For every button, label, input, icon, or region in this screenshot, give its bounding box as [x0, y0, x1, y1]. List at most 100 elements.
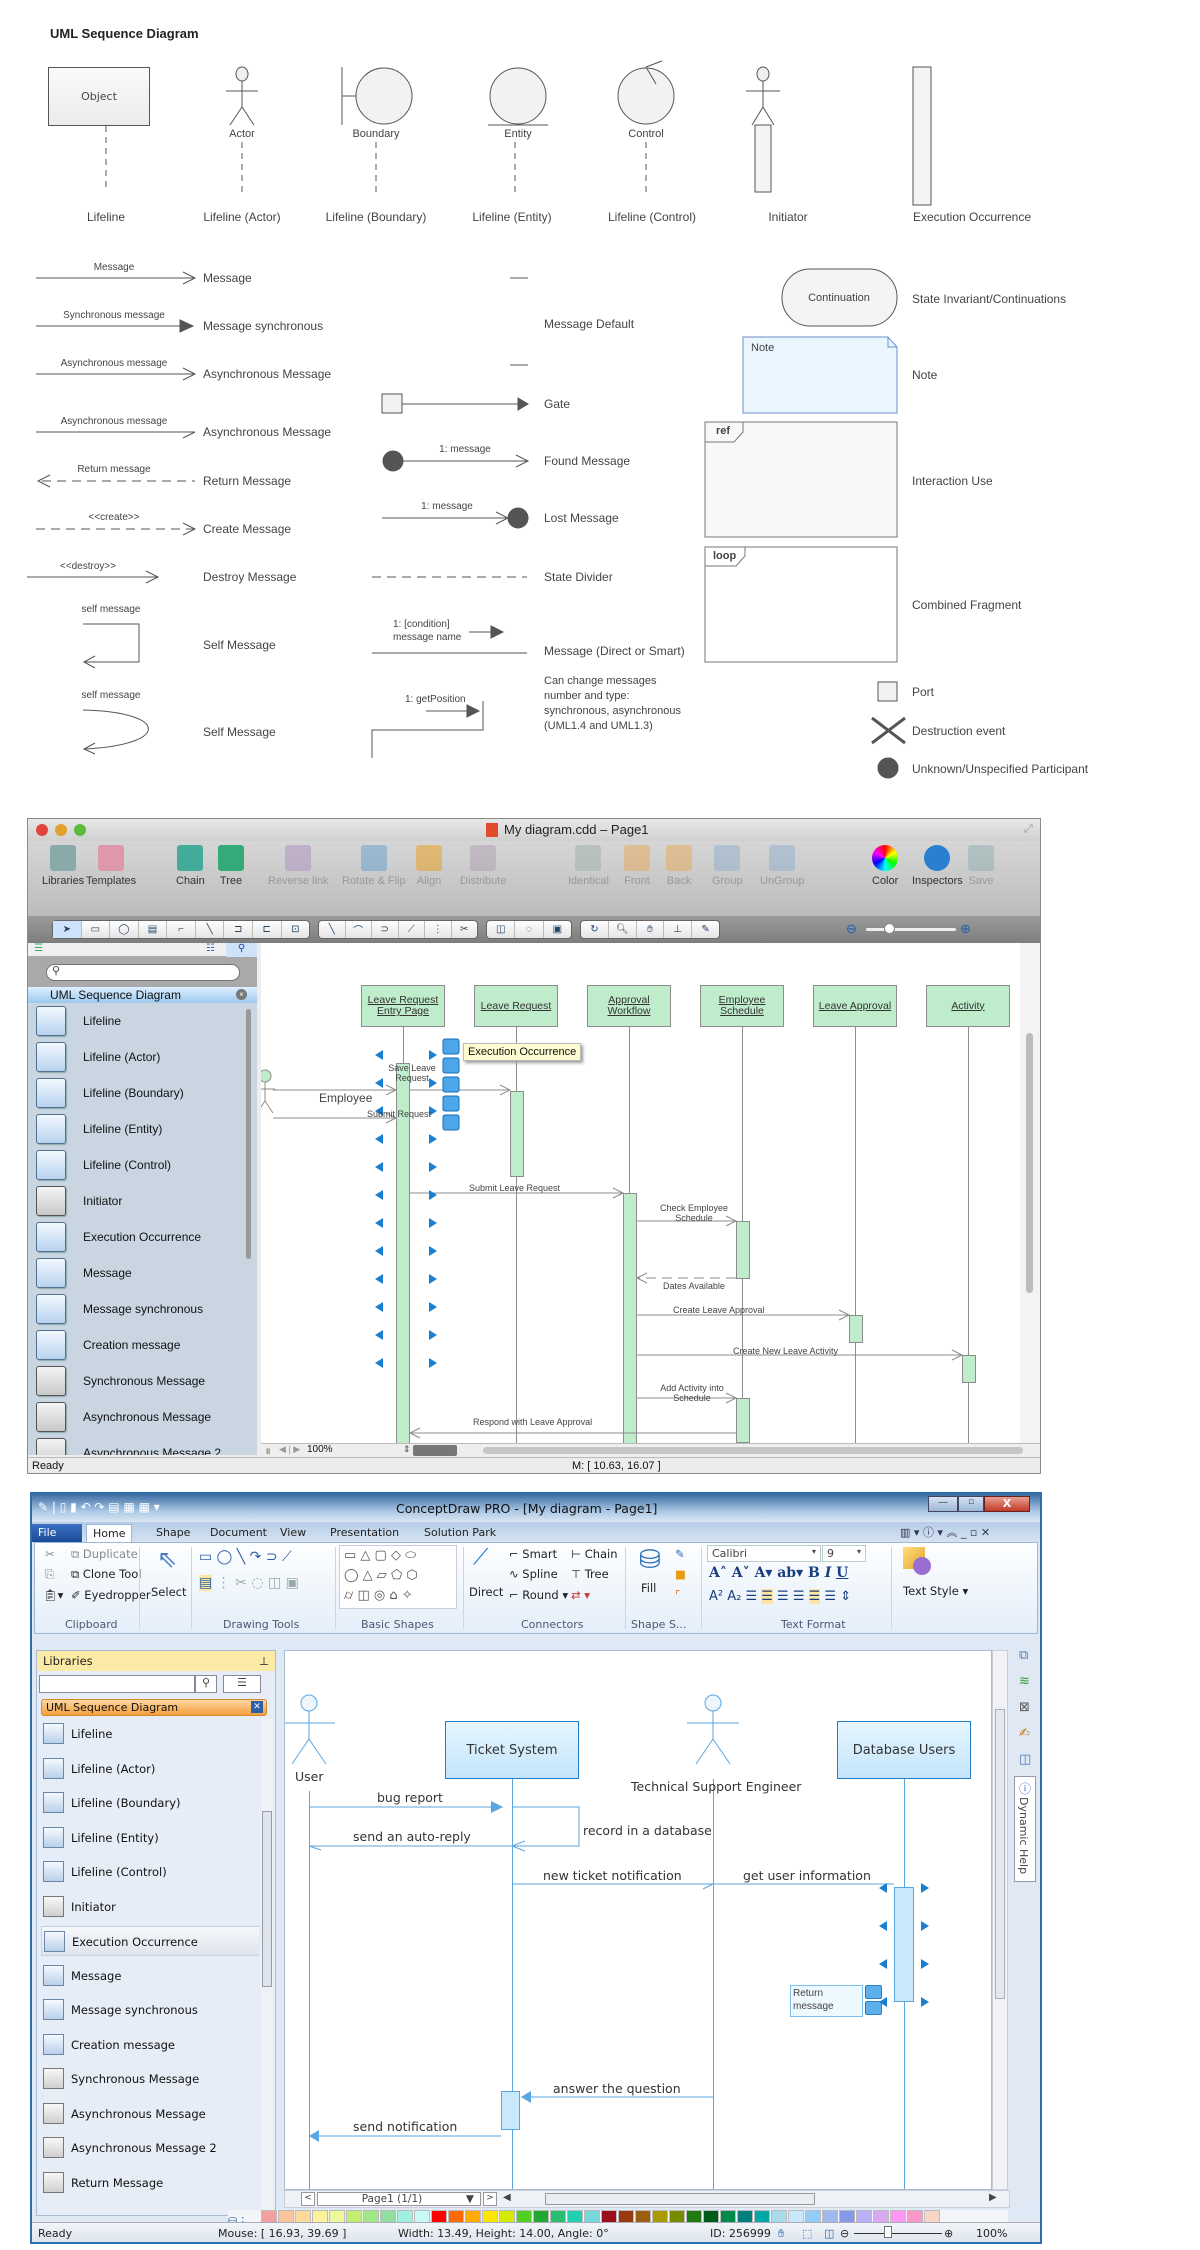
- ribbon-options[interactable]: ▥ ▾ ⓘ ▾ ︽ _ ▫ ✕: [900, 1524, 990, 1540]
- behavior-icon[interactable]: ◫: [1019, 1752, 1031, 1767]
- corner-icon[interactable]: ⌜: [675, 1588, 680, 1602]
- scissors-tool[interactable]: ✂: [452, 921, 478, 938]
- horizontal-scroll-thumb[interactable]: [545, 2193, 815, 2205]
- prev-page-button[interactable]: <: [301, 2192, 315, 2206]
- font-family-select[interactable]: Calibri ▾: [707, 1545, 821, 1562]
- page-thumbnails[interactable]: [413, 1445, 457, 1456]
- toolbar-inspectors-button[interactable]: Inspectors: [912, 845, 963, 891]
- library-item[interactable]: Initiator: [28, 1183, 243, 1219]
- close-library-icon[interactable]: ×: [236, 989, 247, 1000]
- minimize-button[interactable]: [55, 824, 67, 836]
- tab-home[interactable]: Home: [86, 1524, 133, 1542]
- stamp-tool-icon[interactable]: ⊥: [664, 921, 693, 938]
- scroll-left-arrow[interactable]: ◀: [503, 2192, 511, 2203]
- tree-view-icon[interactable]: ☰: [34, 943, 43, 954]
- paste-button[interactable]: 📋︎▾: [43, 1588, 63, 1602]
- draw-tools-segment[interactable]: ➤ ▭ ◯ ▤ ⌐ ╲ ⊐ ⊏ ⊡: [52, 920, 310, 939]
- line-color-icon[interactable]: ✎: [675, 1547, 685, 1561]
- library-item[interactable]: Lifeline (Boundary): [28, 1075, 243, 1111]
- text-tool[interactable]: ▤: [139, 921, 168, 938]
- library-item[interactable]: Lifeline (Actor): [28, 1039, 243, 1075]
- zoom-slider[interactable]: [854, 2233, 942, 2234]
- library-item[interactable]: Message: [28, 1255, 243, 1291]
- library-item[interactable]: Lifeline (Control): [41, 1857, 259, 1887]
- shape-edit-tool[interactable]: ◌: [515, 921, 544, 938]
- zoom-rect-icon[interactable]: ⬚: [802, 2227, 812, 2240]
- search-button-icon[interactable]: ⚲: [195, 1675, 217, 1693]
- vertical-scroll-thumb[interactable]: [1026, 1033, 1033, 1293]
- zoom-in-icon[interactable]: ⊕: [960, 921, 971, 937]
- fullscreen-icon[interactable]: ⤢: [1024, 823, 1033, 836]
- zoom-button[interactable]: [74, 824, 86, 836]
- select-arrow-icon[interactable]: ⇖: [157, 1545, 177, 1573]
- ellipse-tool[interactable]: ◯: [110, 921, 139, 938]
- zoom-slider-thumb[interactable]: [884, 923, 895, 934]
- tab-file[interactable]: File: [32, 1524, 82, 1542]
- insert-tool[interactable]: ⊡: [282, 921, 310, 938]
- bezier-tool[interactable]: ⟋: [399, 921, 425, 938]
- library-item[interactable]: Initiator: [41, 1892, 259, 1922]
- zoom-out-icon[interactable]: ⊖: [846, 921, 857, 937]
- connector-tool[interactable]: ⌐: [167, 921, 196, 938]
- library-search-input[interactable]: [46, 964, 240, 981]
- mac-canvas[interactable]: Leave Request Entry Page Leave Request App…: [261, 943, 1021, 1443]
- split-tool[interactable]: ⋮: [425, 921, 452, 938]
- chain-button[interactable]: ⊢ Chain: [571, 1547, 618, 1561]
- library-scrollbar[interactable]: [246, 1009, 251, 1259]
- line-connector-tool[interactable]: ╲: [196, 921, 225, 938]
- library-tree-icon[interactable]: ☰: [223, 1675, 261, 1693]
- toolbar-ungroup-button[interactable]: UnGroup: [760, 845, 805, 891]
- next-page-button[interactable]: >: [483, 2192, 497, 2206]
- fill-button[interactable]: Fill: [641, 1581, 656, 1595]
- fill-bucket-icon[interactable]: ⛁: [639, 1545, 661, 1575]
- zoom-tool-icon[interactable]: 🔍︎: [609, 921, 637, 938]
- toolbar-back-button[interactable]: Back: [666, 845, 692, 891]
- smart-connector-tool[interactable]: ⊐: [224, 921, 253, 938]
- toolbar-front-button[interactable]: Front: [624, 845, 650, 891]
- text-align-row[interactable]: A² A₂ ☰ ☰ ☰ ☰ ☰ ☰ ⇕: [709, 1589, 851, 1604]
- library-item[interactable]: Message synchronous: [41, 1995, 259, 2025]
- horizontal-scroll-thumb[interactable]: [483, 1447, 1023, 1454]
- maximize-button[interactable]: ▫: [958, 1496, 984, 1512]
- minimize-button[interactable]: —: [928, 1496, 958, 1512]
- tab-presentation[interactable]: Presentation: [324, 1524, 405, 1542]
- toolbar-chain-button[interactable]: Chain: [176, 845, 205, 891]
- library-header[interactable]: UML Sequence Diagram ✕: [41, 1699, 267, 1716]
- tree-button[interactable]: ⊤ Tree: [571, 1567, 609, 1581]
- arc-tool[interactable]: ⌒: [346, 921, 372, 938]
- vertical-scroll-thumb[interactable]: [995, 1709, 1005, 1999]
- drawing-tools-row2[interactable]: ▤ ⋮ ✂ ◌ ◫ ▣: [199, 1575, 299, 1591]
- zoom-slider-thumb[interactable]: [884, 2226, 892, 2238]
- library-item[interactable]: Asynchronous Message 2: [41, 2133, 259, 2163]
- line-tool[interactable]: ╲: [319, 921, 346, 938]
- group-tool[interactable]: ▣: [544, 921, 571, 938]
- zoom-level[interactable]: 100%: [307, 1444, 333, 1455]
- library-item[interactable]: Creation message: [41, 2030, 259, 2060]
- library-item[interactable]: Message synchronous: [28, 1291, 243, 1327]
- vertical-scrollbar[interactable]: [1020, 943, 1040, 1443]
- zoom-in-icon[interactable]: ⊕: [944, 2227, 953, 2240]
- page-selector[interactable]: Page1 (1/1) ▼: [317, 2192, 481, 2206]
- toolbar-align-button[interactable]: Align: [416, 845, 442, 891]
- dynamic-help-tab[interactable]: ⓘ Dynamic Help: [1014, 1776, 1036, 1882]
- crop-tool[interactable]: ◫: [487, 921, 516, 938]
- view-tools-segment[interactable]: ↻ 🔍︎ ✋︎ ⊥ ✎: [580, 920, 720, 939]
- library-item[interactable]: Execution Occurrence: [41, 1926, 259, 1956]
- library-item[interactable]: Synchronous Message: [41, 2064, 259, 2094]
- pin-icon[interactable]: ⊥: [259, 1654, 269, 1668]
- library-search-input[interactable]: [39, 1675, 195, 1693]
- search-tab-icon[interactable]: ⚲: [226, 943, 257, 957]
- round-connector-tool[interactable]: ⊏: [253, 921, 282, 938]
- toolbar-group-button[interactable]: Group: [712, 845, 743, 891]
- spline-button[interactable]: ∿ Spline: [509, 1567, 558, 1581]
- library-item[interactable]: Return Message: [41, 2168, 259, 2198]
- zoom-stepper[interactable]: ⇕: [403, 1444, 411, 1455]
- library-item[interactable]: Execution Occurrence: [28, 1219, 243, 1255]
- library-item[interactable]: Lifeline (Entity): [41, 1823, 259, 1853]
- vertical-scrollbar[interactable]: [992, 1650, 1008, 2190]
- rotate-icon[interactable]: ↻: [581, 921, 609, 938]
- rect-tool[interactable]: ▭: [82, 921, 111, 938]
- toolbar-templates-button[interactable]: Templates: [86, 845, 136, 891]
- library-item[interactable]: Lifeline (Entity): [28, 1111, 243, 1147]
- text-tool-icon[interactable]: ▤: [199, 1575, 213, 1591]
